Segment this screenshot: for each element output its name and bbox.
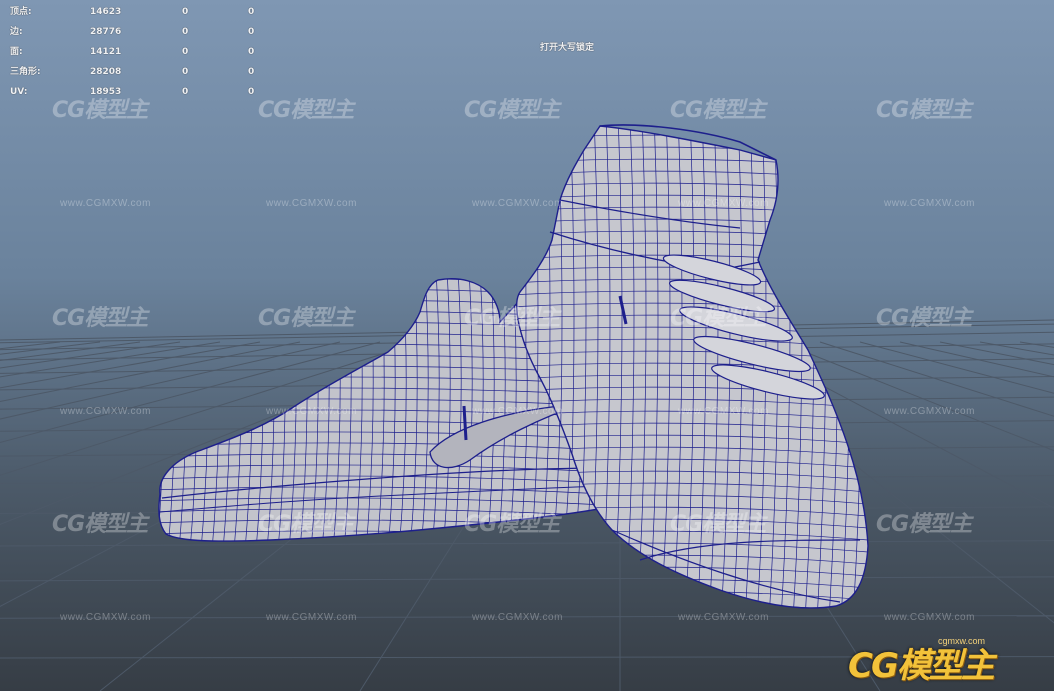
- watermark-logo: CG模型主: [258, 306, 354, 331]
- watermark-url: www.CGMXW.com: [266, 198, 357, 209]
- watermark-logo: CG模型主: [258, 512, 354, 537]
- hud-value: 0: [182, 47, 189, 57]
- hud-value: 0: [248, 87, 255, 97]
- watermark-logo: CG模型主: [670, 98, 766, 123]
- watermark-logo: CG模型主: [52, 306, 148, 331]
- watermark-url: www.CGMXW.com: [678, 198, 769, 209]
- watermark-url: www.CGMXW.com: [60, 612, 151, 623]
- watermark-url: www.CGMXW.com: [678, 612, 769, 623]
- hud-value: 28208: [90, 67, 122, 77]
- watermark-url: www.CGMXW.com: [266, 612, 357, 623]
- hud-value: 0: [248, 27, 255, 37]
- hud-value: 0: [248, 67, 255, 77]
- hud-value: 0: [182, 67, 189, 77]
- watermark-url: www.CGMXW.com: [266, 406, 357, 417]
- mesh-edge: [150, 542, 620, 550]
- watermark-logo: CG模型主: [52, 98, 148, 123]
- watermark-logo: CG模型主: [876, 306, 972, 331]
- watermark-url: www.CGMXW.com: [60, 406, 151, 417]
- hud-value: 0: [248, 47, 255, 57]
- caps-lock-message: 打开大写锁定: [540, 43, 595, 53]
- hud-value: 28776: [90, 27, 122, 37]
- watermark-url: www.CGMXW.com: [472, 198, 563, 209]
- watermark-logo: CG模型主: [52, 512, 148, 537]
- watermark-url: www.CGMXW.com: [678, 406, 769, 417]
- hud-label: 面:: [10, 47, 23, 57]
- watermark-logo: CG模型主: [670, 306, 766, 331]
- maya-viewport[interactable]: 顶点: 14623 0 0 边: 28776 0 0 面: 14121 0 0 …: [0, 0, 1054, 691]
- watermark-url: www.CGMXW.com: [884, 406, 975, 417]
- watermark-url: www.CGMXW.com: [884, 612, 975, 623]
- hud-value: 0: [248, 7, 255, 17]
- watermark-url: www.CGMXW.com: [884, 198, 975, 209]
- watermark-logo: CG模型主: [464, 306, 560, 331]
- brand-logo: CG模型主: [848, 646, 995, 686]
- hud-label: 边:: [10, 27, 23, 37]
- hud-value: 0: [182, 27, 189, 37]
- hud-value: 14121: [90, 47, 122, 57]
- watermark-url: www.CGMXW.com: [472, 406, 563, 417]
- hud-value: 14623: [90, 7, 122, 17]
- watermark-logo: CG模型主: [876, 98, 972, 123]
- watermark-logo: CG模型主: [464, 512, 560, 537]
- hud-label: 三角形:: [10, 67, 41, 77]
- watermark-logo: CG模型主: [876, 512, 972, 537]
- watermark-url: www.CGMXW.com: [60, 198, 151, 209]
- watermark-logo: CG模型主: [464, 98, 560, 123]
- hud-value: 0: [182, 7, 189, 17]
- right-shoe[interactable]: [505, 111, 880, 625]
- watermark-logo: CG模型主: [258, 98, 354, 123]
- watermark-logo: CG模型主: [670, 512, 766, 537]
- hud-label: UV:: [10, 87, 28, 97]
- watermark-url: www.CGMXW.com: [472, 612, 563, 623]
- hud-value: 0: [182, 87, 189, 97]
- hud-label: 顶点:: [10, 7, 32, 17]
